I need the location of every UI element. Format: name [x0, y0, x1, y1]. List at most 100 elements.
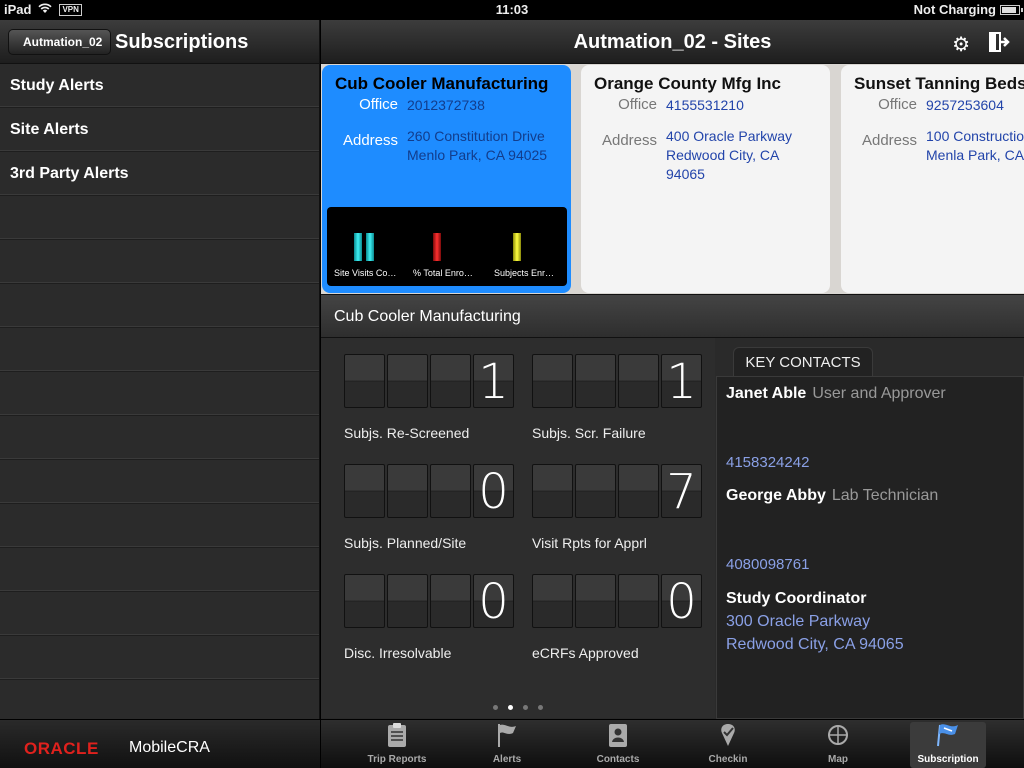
office-phone[interactable]: 9257253604 [926, 96, 1004, 115]
list-item-site-alerts[interactable]: Site Alerts [0, 108, 319, 152]
site-card[interactable]: Orange County Mfg Inc Office 4155531210 … [581, 65, 830, 293]
metric-visit-rpts: 7 Visit Rpts for Apprl [532, 464, 707, 551]
bar-subjects-enrolled [513, 233, 521, 261]
key-contacts-tab: KEY CONTACTS [733, 347, 873, 377]
back-button[interactable]: Autmation_02 [8, 29, 112, 55]
tick-label: Site Visits Co… [334, 268, 397, 278]
crosshair-icon [800, 722, 876, 752]
charging-status: Not Charging [913, 2, 996, 17]
contact-address[interactable]: 300 Oracle Parkway [726, 610, 870, 633]
address-label: Address [601, 132, 657, 149]
list-item [0, 372, 319, 416]
metric-label: eCRFs Approved [532, 645, 639, 661]
contact-phone[interactable]: 4158324242 [726, 454, 809, 471]
contact-name[interactable]: Study Coordinator [726, 590, 866, 608]
office-label: Office [878, 96, 917, 113]
office-label: Office [359, 96, 398, 113]
tab-label: Trip Reports [367, 754, 427, 765]
list-item [0, 416, 319, 460]
address-line[interactable]: Menla Park, CA [926, 146, 1024, 165]
oracle-logo: ORACLE [24, 739, 99, 758]
list-item-study-alerts[interactable]: Study Alerts [0, 64, 319, 108]
sites-pane: Autmation_02 - Sites ⚙ Cub Cooler Manufa… [321, 20, 1024, 768]
address-line[interactable]: 94065 [666, 165, 705, 184]
counter-value: 1 [473, 354, 514, 409]
tab-alerts[interactable]: Alerts [469, 722, 545, 768]
tab-label: Subscription [917, 754, 979, 765]
digit-counter: 0 [532, 574, 707, 629]
site-mini-chart[interactable]: Site Visits Co… % Total Enro… Subjects E… [327, 207, 567, 286]
tab-label: Alerts [492, 754, 522, 765]
address-book-icon [580, 722, 656, 752]
list-item [0, 328, 319, 372]
metric-label: Subjs. Scr. Failure [532, 425, 646, 441]
contact-name: George Abby [726, 487, 826, 504]
tab-subscription[interactable]: Subscription [910, 722, 986, 768]
metric-planned-site: 0 Subjs. Planned/Site [344, 464, 519, 551]
office-phone[interactable]: 4155531210 [666, 96, 744, 115]
contact-phone[interactable]: 4080098761 [726, 556, 809, 573]
counter-value: 1 [661, 354, 702, 409]
counter-value: 7 [661, 464, 702, 519]
site-card-selected[interactable]: Cub Cooler Manufacturing Office 20123727… [322, 65, 571, 293]
page-indicator[interactable] [321, 705, 715, 710]
list-item [0, 548, 319, 592]
tick-label: Subjects Enr… [494, 268, 555, 278]
address-line[interactable]: 260 Constitution Drive [407, 127, 545, 146]
list-item [0, 592, 319, 636]
left-navbar: Autmation_02 Subscriptions [0, 20, 319, 64]
clipboard-icon [359, 722, 435, 752]
list-item [0, 240, 319, 284]
site-card[interactable]: Sunset Tanning Beds Office 9257253604 Ad… [841, 65, 1024, 293]
address-label: Address [342, 132, 398, 149]
list-item [0, 460, 319, 504]
contact-entry[interactable]: George Abby Lab Technician [726, 487, 938, 505]
site-name: Cub Cooler Manufacturing [335, 74, 549, 93]
clock: 11:03 [495, 2, 529, 17]
tab-contacts[interactable]: Contacts [580, 722, 656, 768]
tab-bar: Trip Reports Alerts Contacts Checkin Map [321, 719, 1024, 768]
address-line[interactable]: Menlo Park, CA 94025 [407, 146, 547, 165]
site-name: Sunset Tanning Beds [854, 74, 1024, 93]
address-label: Address [861, 132, 917, 149]
left-title: Subscriptions [115, 31, 249, 53]
tab-map[interactable]: Map [800, 722, 876, 768]
counter-value: 0 [473, 464, 514, 519]
digit-counter: 0 [344, 574, 519, 629]
metric-label: Subjs. Re-Screened [344, 425, 470, 441]
office-phone[interactable]: 2012372738 [407, 96, 485, 115]
metric-label: Visit Rpts for Apprl [532, 535, 647, 551]
logout-icon[interactable] [988, 31, 1010, 53]
address-line[interactable]: 100 Constructio [926, 127, 1024, 146]
contact-name: Janet Able [726, 385, 807, 402]
tab-trip-reports[interactable]: Trip Reports [359, 722, 435, 768]
metrics-panel[interactable]: 1 Subjs. Re-Screened 1 Subjs. Scr. Failu… [321, 338, 715, 718]
metric-scr-failure: 1 Subjs. Scr. Failure [532, 354, 707, 441]
bar-site-visits-a [354, 233, 362, 261]
office-label: Office [618, 96, 657, 113]
tab-label: Map [828, 754, 848, 765]
contact-entry[interactable]: Janet Able User and Approver [726, 385, 946, 403]
page-title: Autmation_02 - Sites [573, 31, 772, 53]
tab-checkin[interactable]: Checkin [690, 722, 766, 768]
metric-label: Subjs. Planned/Site [344, 535, 467, 551]
digit-counter: 0 [344, 464, 519, 519]
counter-value: 0 [473, 574, 514, 629]
tab-label: Checkin [708, 754, 748, 765]
tab-label: Contacts [596, 754, 640, 765]
address-line[interactable]: Redwood City, CA [666, 146, 779, 165]
gear-icon[interactable]: ⚙ [952, 32, 970, 57]
detail-title: Cub Cooler Manufacturing [334, 308, 521, 325]
app-name: MobileCRA [129, 739, 210, 756]
metric-re-screened: 1 Subjs. Re-Screened [344, 354, 519, 441]
site-name: Orange County Mfg Inc [594, 74, 781, 93]
contact-address[interactable]: Redwood City, CA 94065 [726, 633, 904, 656]
address-line[interactable]: 400 Oracle Parkway [666, 127, 792, 146]
metric-ecrfs-approved: 0 eCRFs Approved [532, 574, 707, 661]
tick-label: % Total Enro… [413, 268, 473, 278]
site-cards-strip: Cub Cooler Manufacturing Office 20123727… [321, 64, 1024, 294]
flag-icon [469, 722, 545, 752]
list-item [0, 196, 319, 240]
list-item-3rd-party-alerts[interactable]: 3rd Party Alerts [0, 152, 319, 196]
contact-role: Lab Technician [831, 487, 939, 504]
